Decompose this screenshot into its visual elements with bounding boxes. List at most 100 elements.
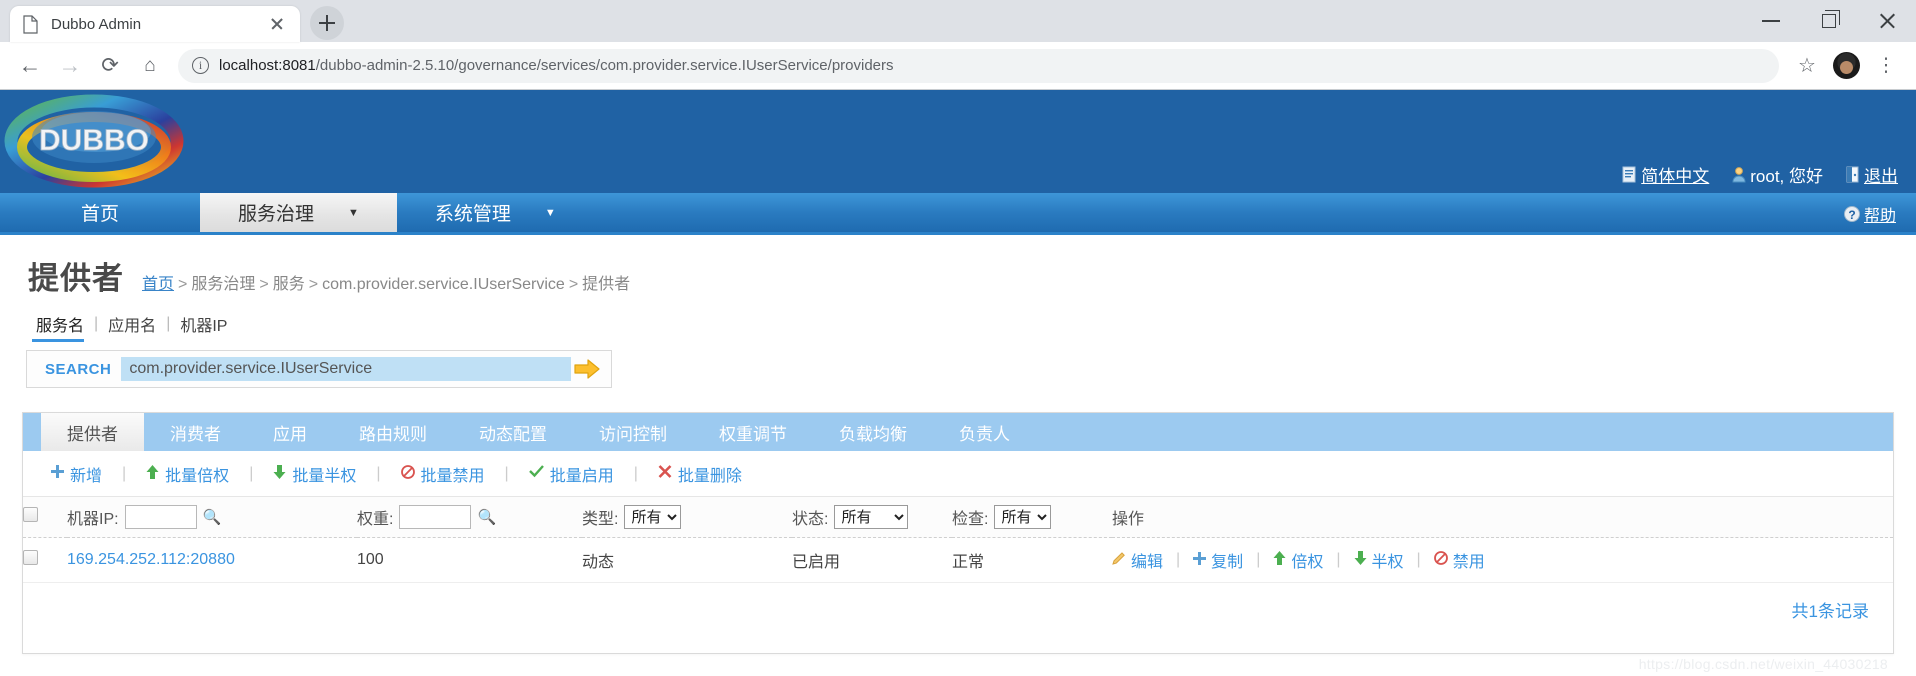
help-link[interactable]: ? 帮助	[1843, 193, 1896, 235]
user-label: root, 您好	[1750, 167, 1823, 186]
tab-weight-adjust-label: 权重调节	[719, 424, 787, 444]
copy-action-label: 复制	[1211, 554, 1244, 571]
divider: |	[504, 464, 509, 482]
user-greeting: root, 您好	[1731, 162, 1823, 187]
double-weight-action[interactable]: 倍权	[1273, 548, 1323, 572]
add-button[interactable]: 新增	[45, 462, 108, 486]
disable-action[interactable]: 禁用	[1433, 548, 1485, 572]
copy-action[interactable]: 复制	[1193, 548, 1243, 572]
url-text: localhost:8081/dubbo-admin-2.5.10/govern…	[219, 57, 894, 74]
check-column-label: 检查:	[952, 511, 989, 528]
search-type-tabs: 服务名 | 应用名 | 机器IP	[26, 312, 1916, 342]
edit-action-label: 编辑	[1131, 554, 1164, 571]
bookmark-button[interactable]: ☆	[1787, 46, 1827, 86]
batch-delete-button[interactable]: 批量删除	[652, 462, 748, 486]
row-actions-cell: 编辑 | 复制 | 倍权 | 半权 | 禁用	[1112, 537, 1893, 583]
search-input[interactable]	[121, 357, 571, 381]
url-path: /dubbo-admin-2.5.10/governance/services/…	[315, 57, 894, 74]
row-status-cell: 已启用	[792, 537, 952, 583]
breadcrumb-home[interactable]: 首页	[142, 276, 174, 293]
select-all-checkbox[interactable]	[23, 507, 38, 522]
tab-routing-rules-label: 路由规则	[359, 424, 427, 444]
avatar[interactable]	[1833, 52, 1860, 79]
breadcrumb-sep: >	[259, 276, 269, 293]
search-label: SEARCH	[45, 360, 112, 378]
tab-load-balance[interactable]: 负载均衡	[813, 413, 933, 451]
batch-enable-button[interactable]: 批量启用	[523, 462, 620, 486]
browser-window: Dubbo Admin ← → ⟳ ⌂ i localhost:8081/dub…	[0, 0, 1916, 676]
tab-weight-adjust[interactable]: 权重调节	[693, 413, 813, 451]
nav-item-governance[interactable]: 服务治理 ▼	[200, 193, 397, 232]
tab-routing-rules[interactable]: 路由规则	[333, 413, 453, 451]
check-icon	[528, 465, 544, 482]
breadcrumb-item-1: 服务治理	[191, 276, 256, 293]
nav-item-home[interactable]: 首页	[0, 193, 200, 232]
nav-item-system[interactable]: 系统管理 ▼	[397, 193, 594, 232]
search-tab-service[interactable]: 服务名	[26, 312, 94, 342]
batch-disable-button[interactable]: 批量禁用	[395, 462, 491, 486]
address-bar[interactable]: i localhost:8081/dubbo-admin-2.5.10/gove…	[178, 48, 1779, 83]
divider: |	[1176, 551, 1181, 568]
tab-access-control-label: 访问控制	[599, 424, 667, 444]
browser-menu-button[interactable]: ⋮	[1866, 46, 1906, 86]
tab-applications[interactable]: 应用	[247, 413, 333, 451]
close-window-button[interactable]	[1858, 0, 1916, 42]
chevron-down-icon: ▼	[348, 206, 359, 219]
batch-half-weight-button[interactable]: 批量半权	[267, 462, 362, 486]
chevron-down-icon: ▼	[544, 206, 556, 219]
magnifier-icon[interactable]: 🔍	[203, 508, 222, 526]
url-host: localhost:8081	[219, 57, 316, 74]
reload-button[interactable]: ⟳	[90, 46, 130, 86]
breadcrumb: 首页 > 服务治理 > 服务 > com.provider.service.IUserSer…	[142, 270, 630, 294]
divider: |	[376, 464, 381, 482]
row-check-cell: 正常	[952, 537, 1112, 583]
ip-column-label: 机器IP:	[67, 511, 119, 528]
browser-titlebar: Dubbo Admin	[0, 0, 1916, 42]
divider: |	[1256, 551, 1261, 568]
pencil-icon	[1112, 551, 1126, 569]
nav-item-system-label: 系统管理	[434, 204, 511, 225]
ip-filter-cell: 机器IP: 🔍	[67, 497, 357, 538]
edit-action[interactable]: 编辑	[1112, 548, 1163, 572]
ip-filter-input[interactable]	[124, 505, 197, 529]
new-tab-button[interactable]	[310, 6, 344, 40]
site-info-icon[interactable]: i	[192, 57, 209, 74]
search-submit-button[interactable]	[571, 358, 603, 380]
half-weight-action[interactable]: 半权	[1354, 548, 1404, 572]
search-tab-application[interactable]: 应用名	[98, 312, 166, 336]
magnifier-icon[interactable]: 🔍	[477, 508, 496, 526]
star-icon: ☆	[1798, 54, 1816, 77]
tab-dynamic-config[interactable]: 动态配置	[453, 413, 573, 451]
table-row[interactable]: 169.254.252.112:20880 100 动态 已启用 正常 编辑 |…	[23, 537, 1893, 583]
tab-providers[interactable]: 提供者	[41, 413, 144, 451]
weight-column-label: 权重:	[357, 511, 394, 528]
batch-disable-label: 批量禁用	[420, 467, 485, 485]
check-filter-select[interactable]: 所有	[994, 505, 1052, 529]
weight-filter-cell: 权重: 🔍	[357, 497, 582, 538]
type-filter-select[interactable]: 所有	[624, 505, 682, 529]
logout-link[interactable]: 退出	[1845, 162, 1898, 187]
forward-button[interactable]: →	[50, 46, 90, 86]
tab-access-control[interactable]: 访问控制	[573, 413, 693, 451]
weight-filter-input[interactable]	[399, 505, 472, 529]
breadcrumb-item-4: 提供者	[582, 276, 631, 293]
home-button[interactable]: ⌂	[130, 46, 170, 86]
row-checkbox[interactable]	[23, 550, 38, 565]
minimize-button[interactable]	[1742, 0, 1800, 42]
batch-double-weight-button[interactable]: 批量倍权	[140, 462, 235, 486]
browser-tab[interactable]: Dubbo Admin	[10, 6, 300, 42]
question-icon: ?	[1843, 206, 1860, 222]
back-button[interactable]: ←	[10, 46, 50, 86]
divider: |	[122, 464, 127, 482]
search-tab-ip[interactable]: 机器IP	[170, 312, 237, 336]
content-tabs: 提供者 消费者 应用 路由规则 动态配置 访问控制 权重调节 负载均衡 负责人	[23, 413, 1893, 451]
language-link[interactable]: 简体中文	[1622, 162, 1709, 187]
prohibit-icon	[400, 464, 415, 483]
close-icon[interactable]	[266, 13, 288, 35]
provider-ip-link[interactable]: 169.254.252.112:20880	[67, 551, 235, 568]
tab-consumers[interactable]: 消费者	[144, 413, 247, 451]
status-filter-select[interactable]: 所有	[834, 505, 909, 529]
half-weight-action-label: 半权	[1371, 554, 1404, 571]
tab-owner[interactable]: 负责人	[933, 413, 1036, 451]
maximize-button[interactable]	[1800, 0, 1858, 42]
